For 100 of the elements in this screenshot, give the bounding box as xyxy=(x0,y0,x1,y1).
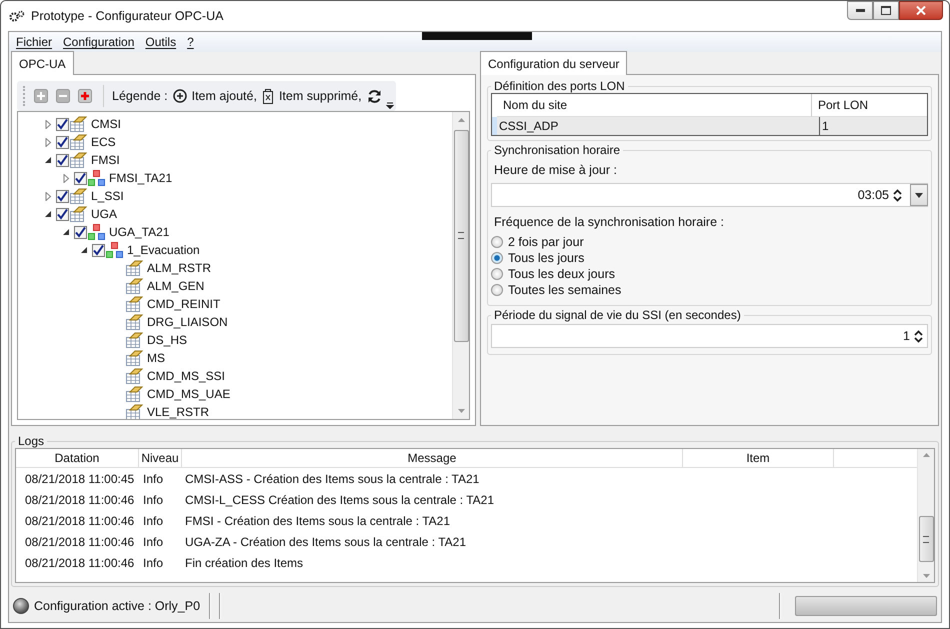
table-cell-text: 08/21/2018 11:00:46 xyxy=(24,534,136,548)
radio-button[interactable] xyxy=(491,268,503,280)
table-cell-text: Info xyxy=(142,472,164,486)
expanded-arrow-icon[interactable] xyxy=(44,210,52,218)
collapsed-arrow-icon[interactable] xyxy=(44,192,52,200)
tree-item[interactable]: ALM_RSTR xyxy=(147,261,212,275)
overflow-icon[interactable] xyxy=(386,101,394,109)
checkbox[interactable] xyxy=(74,172,87,184)
spinner-icon[interactable] xyxy=(893,188,902,202)
menu-item[interactable]: ? xyxy=(187,35,194,49)
tagged-table-icon xyxy=(126,296,143,312)
tagged-table-icon xyxy=(126,278,143,294)
group-title: Période du signal de vie du SSI (en secondes) xyxy=(493,308,742,322)
table-cell-text: CMSI-L_CESS Création des Items sous la centrale : TA21 xyxy=(184,492,496,506)
drag-handle[interactable] xyxy=(422,32,532,40)
time-field[interactable]: 03:05 xyxy=(491,183,928,207)
table-cell: 1 xyxy=(820,117,927,135)
tree-item[interactable]: ECS xyxy=(91,135,116,149)
tree-item[interactable]: UGA xyxy=(91,207,118,221)
table-cell: CSSI_ADP xyxy=(497,117,820,135)
scroll-thumb[interactable] xyxy=(918,516,934,562)
tagged-table-icon xyxy=(126,404,143,419)
status-text: Configuration active : Orly_P0 xyxy=(34,599,200,613)
tree-item[interactable]: DRG_LIAISON xyxy=(147,315,228,329)
tree-item[interactable]: UGA_TA21 xyxy=(109,225,170,239)
column-header[interactable]: Item xyxy=(683,449,834,467)
number-field[interactable]: 1 xyxy=(491,324,928,348)
maximize-button[interactable] xyxy=(873,1,899,20)
tagged-table-icon xyxy=(126,350,143,366)
checkbox[interactable] xyxy=(74,226,87,238)
expanded-arrow-icon[interactable] xyxy=(80,246,88,254)
menu-item[interactable]: Outils xyxy=(145,35,176,49)
table-cell-text: 08/21/2018 11:00:45 xyxy=(24,472,136,486)
refresh-icon xyxy=(366,88,382,104)
radio-label[interactable]: 2 fois par jour xyxy=(508,235,584,249)
radio-button[interactable] xyxy=(491,284,503,296)
expand-button[interactable] xyxy=(34,89,48,103)
circle-plus-icon xyxy=(172,89,187,103)
scroll-up-icon[interactable] xyxy=(922,453,930,457)
checkbox[interactable] xyxy=(92,244,105,256)
menu-item[interactable]: Fichier xyxy=(16,35,52,49)
scrollbar[interactable] xyxy=(917,449,934,582)
spinner-icon[interactable] xyxy=(914,330,923,342)
close-button[interactable] xyxy=(899,1,943,20)
tree-item[interactable]: VLE_RSTR xyxy=(147,405,210,419)
checkbox[interactable] xyxy=(56,190,69,202)
column-header[interactable]: Message xyxy=(182,449,683,467)
collapsed-arrow-icon[interactable] xyxy=(44,138,52,146)
expanded-arrow-icon[interactable] xyxy=(62,228,70,236)
tab[interactable]: OPC-UA xyxy=(11,51,74,75)
tree-item[interactable]: DS_HS xyxy=(147,333,188,347)
column-header[interactable]: Niveau xyxy=(139,449,182,467)
collapsed-arrow-icon[interactable] xyxy=(44,120,52,128)
tab[interactable]: Configuration du serveur xyxy=(480,51,628,75)
collapsed-arrow-icon[interactable] xyxy=(62,174,70,182)
expanded-arrow-icon[interactable] xyxy=(44,156,52,164)
checkbox[interactable] xyxy=(56,118,69,130)
radio-label[interactable]: Toutes les semaines xyxy=(508,283,622,297)
tagged-table-icon xyxy=(70,206,87,222)
tree-item[interactable]: CMSI xyxy=(91,117,121,131)
radio-label[interactable]: Tous les deux jours xyxy=(508,267,616,281)
radio-button[interactable] xyxy=(491,236,503,248)
tagged-table-icon xyxy=(126,368,143,384)
tree-item[interactable]: MS xyxy=(147,351,165,365)
minimize-icon xyxy=(856,9,864,12)
scroll-down-icon[interactable] xyxy=(458,409,464,413)
group-title: Logs xyxy=(17,434,46,448)
menu-item[interactable]: Configuration xyxy=(63,35,134,49)
checkbox[interactable] xyxy=(56,136,69,148)
column-header[interactable]: Nom du site xyxy=(497,94,812,117)
scrollbar[interactable] xyxy=(452,112,469,419)
checkbox[interactable] xyxy=(56,208,69,220)
minimize-button[interactable] xyxy=(847,1,873,20)
scroll-down-icon[interactable] xyxy=(922,574,930,578)
tree-item[interactable]: CMD_MS_SSI xyxy=(147,369,226,383)
tree-item[interactable]: CMD_REINIT xyxy=(147,297,220,311)
add-button[interactable] xyxy=(78,89,92,103)
checkbox[interactable] xyxy=(56,154,69,166)
tree-item[interactable]: FMSI xyxy=(91,153,120,167)
scroll-up-icon[interactable] xyxy=(458,118,464,122)
collapse-button[interactable] xyxy=(56,89,70,103)
radio-label[interactable]: Tous les jours xyxy=(508,251,584,265)
group-title: Synchronisation horaire xyxy=(493,143,622,157)
field-label: Fréquence de la synchronisation horaire : xyxy=(493,214,725,231)
scroll-thumb[interactable] xyxy=(454,130,468,342)
tree-item[interactable]: L_SSI xyxy=(91,189,124,203)
tree-item[interactable]: FMSI_TA21 xyxy=(109,171,172,185)
table-cell-text: 08/21/2018 11:00:46 xyxy=(24,556,136,570)
radio-button[interactable] xyxy=(491,252,503,264)
column-header[interactable]: Datation xyxy=(16,449,139,467)
tree-item[interactable]: CMD_MS_UAE xyxy=(147,387,230,401)
dropdown-button[interactable] xyxy=(910,184,928,206)
window-title: Prototype - Configurateur OPC-UA xyxy=(31,9,224,23)
tree-item[interactable]: 1_Evacuation xyxy=(127,243,200,257)
tagged-table-icon xyxy=(126,260,143,276)
table-cell-text: UGA-ZA - Création des Items sous la centrale : TA21 xyxy=(184,534,468,548)
table-cell-text: FMSI - Création des Items sous la centrale : TA21 xyxy=(184,514,451,528)
tree-item[interactable]: ALM_GEN xyxy=(147,279,204,293)
tagged-table-icon xyxy=(126,386,143,402)
group-title: Définition des ports LON xyxy=(493,79,626,93)
